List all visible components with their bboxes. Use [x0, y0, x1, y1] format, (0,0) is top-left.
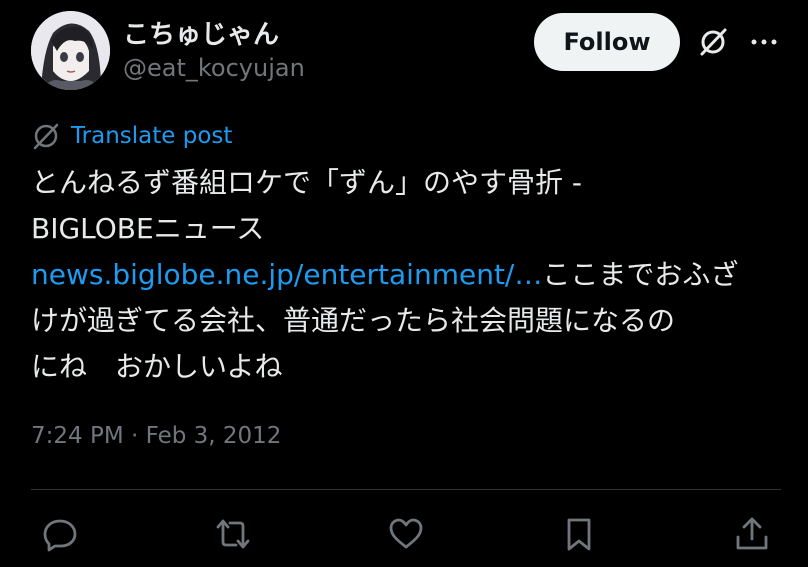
more-icon[interactable]: [748, 28, 780, 56]
reply-icon[interactable]: [41, 515, 79, 553]
translate-globe-icon: [33, 123, 59, 150]
timestamp[interactable]: 7:24 PM · Feb 3, 2012: [31, 423, 281, 449]
tweet-text: とんねるず番組ロケで「ずん」のやす骨折 - BIGLOBEニュース news.b…: [31, 160, 776, 390]
translate-post-link[interactable]: Translate post: [31, 120, 232, 152]
follow-button[interactable]: Follow: [534, 13, 680, 71]
share-icon[interactable]: [733, 515, 771, 553]
action-bar: [0, 510, 808, 560]
tweet-line-5: にね おかしいよね: [31, 350, 283, 383]
news-link[interactable]: news.biglobe.ne.jp/entertainment/…: [31, 258, 542, 291]
display-name[interactable]: こちゅじゃん: [123, 14, 279, 51]
user-handle[interactable]: @eat_kocyujan: [123, 54, 305, 82]
repost-icon[interactable]: [214, 515, 252, 553]
divider: [31, 489, 781, 490]
avatar[interactable]: [31, 11, 110, 90]
tweet-line-3: news.biglobe.ne.jp/entertainment/…ここまでおふ…: [31, 252, 776, 298]
bookmark-icon[interactable]: [560, 515, 598, 553]
tweet-line-1: とんねるず番組ロケで「ずん」のやす骨折 -: [31, 166, 583, 199]
tweet-header: こちゅじゃん @eat_kocyujan Follow: [31, 10, 791, 90]
anime-avatar-icon: [31, 11, 110, 90]
grok-icon[interactable]: [697, 26, 729, 58]
tweet-line-3-text: ここまでおふざ: [542, 258, 739, 291]
like-icon[interactable]: [387, 515, 425, 553]
tweet-line-4: けが過ぎてる会社、普通だったら社会問題になるの: [31, 304, 676, 337]
translate-label: Translate post: [71, 123, 233, 149]
tweet-line-2: BIGLOBEニュース: [31, 212, 265, 245]
